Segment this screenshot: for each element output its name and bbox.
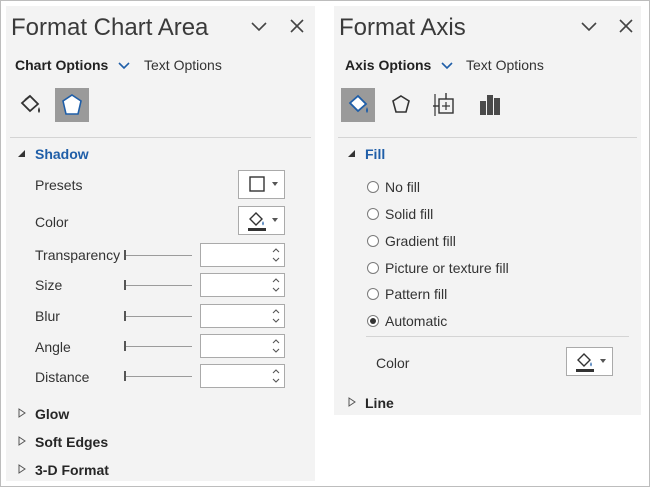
size-input[interactable]: [200, 273, 285, 297]
radio-label-picture-texture-fill[interactable]: Picture or texture fill: [385, 260, 509, 276]
radio-label-pattern-fill[interactable]: Pattern fill: [385, 286, 447, 302]
transparency-slider-track[interactable]: [126, 255, 192, 256]
expanded-triangle-icon[interactable]: [347, 149, 356, 158]
pane-title: Format Axis: [339, 14, 466, 41]
collapsed-triangle-icon[interactable]: [18, 464, 26, 474]
color-dropdown[interactable]: [566, 347, 613, 376]
color-label: Color: [376, 355, 410, 371]
effects-icon[interactable]: [384, 88, 418, 122]
radio-picture-texture-fill[interactable]: [367, 262, 379, 274]
effects-tab-button[interactable]: [55, 88, 89, 122]
effects-icon: [62, 94, 82, 115]
close-icon[interactable]: [615, 15, 637, 37]
collapsed-triangle-icon[interactable]: [348, 397, 356, 407]
spinner-arrows-icon[interactable]: [272, 246, 280, 264]
angle-input[interactable]: [200, 334, 285, 358]
chevron-down-icon[interactable]: [578, 15, 600, 37]
chevron-down-icon: [441, 62, 453, 70]
size-slider-track[interactable]: [126, 285, 192, 286]
radio-gradient-fill[interactable]: [367, 235, 379, 247]
preset-square-icon: [249, 176, 278, 192]
expanded-triangle-icon[interactable]: [17, 149, 26, 158]
angle-label: Angle: [35, 339, 71, 355]
radio-label-automatic[interactable]: Automatic: [385, 313, 447, 329]
radio-automatic[interactable]: [367, 315, 379, 327]
radio-label-no-fill[interactable]: No fill: [385, 179, 420, 195]
radio-label-gradient-fill[interactable]: Gradient fill: [385, 233, 456, 249]
section-heading-glow[interactable]: Glow: [35, 406, 69, 422]
transparency-label: Transparency: [35, 247, 121, 263]
axis-options-icon[interactable]: [473, 88, 507, 122]
paint-bucket-icon: [248, 212, 278, 231]
divider: [10, 137, 311, 138]
pane-title: Format Chart Area: [11, 14, 209, 41]
chevron-down-icon: [118, 62, 130, 70]
close-icon[interactable]: [286, 15, 308, 37]
radio-no-fill[interactable]: [367, 181, 379, 193]
fill-line-tab-button[interactable]: [341, 88, 375, 122]
sub-divider: [366, 336, 629, 337]
tab-label: Chart Options: [15, 57, 109, 73]
distance-slider-track[interactable]: [126, 376, 192, 377]
spinner-arrows-icon[interactable]: [272, 367, 280, 385]
tab-text-options[interactable]: Text Options: [466, 57, 544, 73]
format-axis-pane: Format Axis Axis Options Text Options Fi…: [334, 6, 641, 415]
section-heading-shadow[interactable]: Shadow: [35, 146, 89, 162]
tab-chart-options[interactable]: Chart Options: [15, 57, 130, 73]
blur-input[interactable]: [200, 304, 285, 328]
transparency-input[interactable]: [200, 243, 285, 267]
paint-bucket-icon: [576, 353, 606, 372]
section-heading-3d-format[interactable]: 3-D Format: [35, 462, 109, 478]
blur-label: Blur: [35, 308, 60, 324]
radio-label-solid-fill[interactable]: Solid fill: [385, 206, 433, 222]
collapsed-triangle-icon[interactable]: [18, 436, 26, 446]
collapsed-triangle-icon[interactable]: [18, 408, 26, 418]
spinner-arrows-icon[interactable]: [272, 276, 280, 294]
fill-line-icon: [348, 94, 368, 113]
color-label: Color: [35, 214, 69, 230]
fill-line-icon[interactable]: [13, 88, 47, 122]
section-heading-soft-edges[interactable]: Soft Edges: [35, 434, 108, 450]
presets-dropdown[interactable]: [238, 170, 285, 199]
radio-pattern-fill[interactable]: [367, 288, 379, 300]
size-properties-icon[interactable]: [428, 88, 462, 122]
section-heading-line[interactable]: Line: [365, 395, 394, 411]
blur-slider-track[interactable]: [126, 316, 192, 317]
distance-input[interactable]: [200, 364, 285, 388]
size-label: Size: [35, 277, 63, 293]
chevron-down-icon[interactable]: [248, 15, 270, 37]
divider: [338, 137, 637, 138]
tab-axis-options[interactable]: Axis Options: [345, 57, 453, 73]
radio-solid-fill[interactable]: [367, 208, 379, 220]
spinner-arrows-icon[interactable]: [272, 307, 280, 325]
angle-slider-track[interactable]: [126, 346, 192, 347]
distance-label: Distance: [35, 369, 90, 385]
presets-label: Presets: [35, 177, 83, 193]
tab-label: Axis Options: [345, 57, 432, 73]
tab-text-options[interactable]: Text Options: [144, 57, 222, 73]
section-heading-fill[interactable]: Fill: [365, 146, 385, 162]
format-chart-area-pane: Format Chart Area Chart Options Text Opt…: [6, 6, 315, 481]
spinner-arrows-icon[interactable]: [272, 337, 280, 355]
color-dropdown[interactable]: [238, 206, 285, 235]
